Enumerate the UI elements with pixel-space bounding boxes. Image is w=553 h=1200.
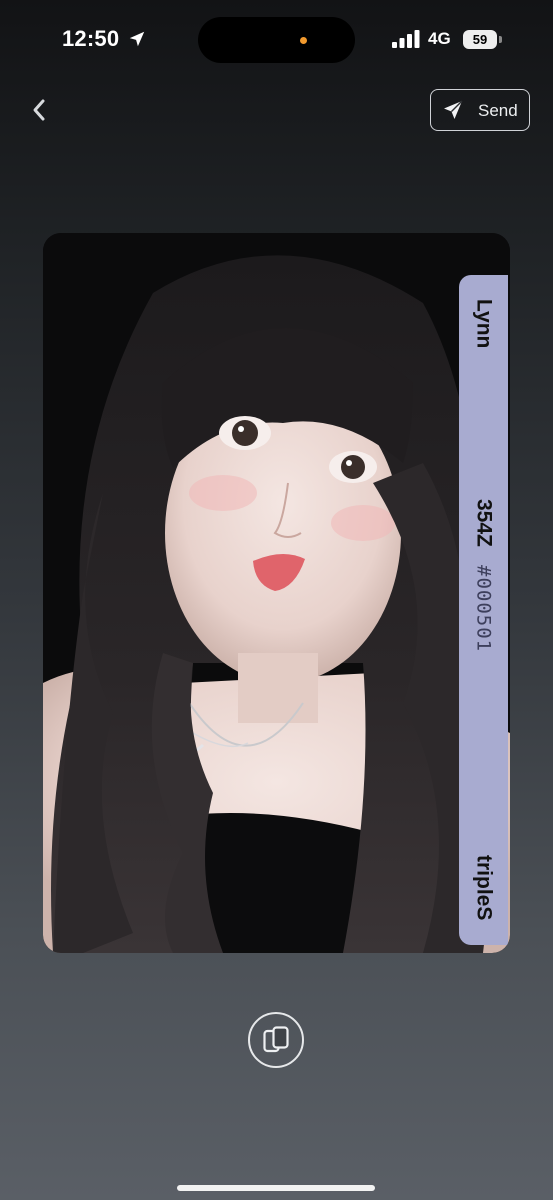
paper-plane-icon [444,100,463,119]
chevron-left-icon [33,99,45,121]
send-label: Send [478,101,518,120]
dynamic-island [198,17,355,63]
photocard-image [43,233,510,953]
status-time: 12:50 [62,26,120,51]
send-button[interactable]: Send [430,89,530,131]
battery-icon: 59 [463,30,503,49]
battery-level: 59 [472,32,488,47]
flip-card-button[interactable] [248,1012,304,1068]
member-name: Lynn [472,299,496,349]
location-arrow-icon [129,31,145,47]
photocard-info-band: Lynn 354Z #000501 tripleS [459,275,508,945]
flip-card-icon [263,1026,289,1053]
collection-number: 354Z [472,499,496,547]
serial-number: #000501 [472,565,495,653]
cellular-signal-icon [392,30,420,48]
privacy-indicator-dot [300,37,307,44]
photocard[interactable]: Lynn 354Z #000501 tripleS [43,233,510,953]
group-name: tripleS [472,855,496,921]
status-bar: 12:50 4G 59 [0,0,553,80]
network-type: 4G [428,29,451,48]
back-button[interactable] [24,92,56,128]
home-indicator[interactable] [177,1185,375,1191]
